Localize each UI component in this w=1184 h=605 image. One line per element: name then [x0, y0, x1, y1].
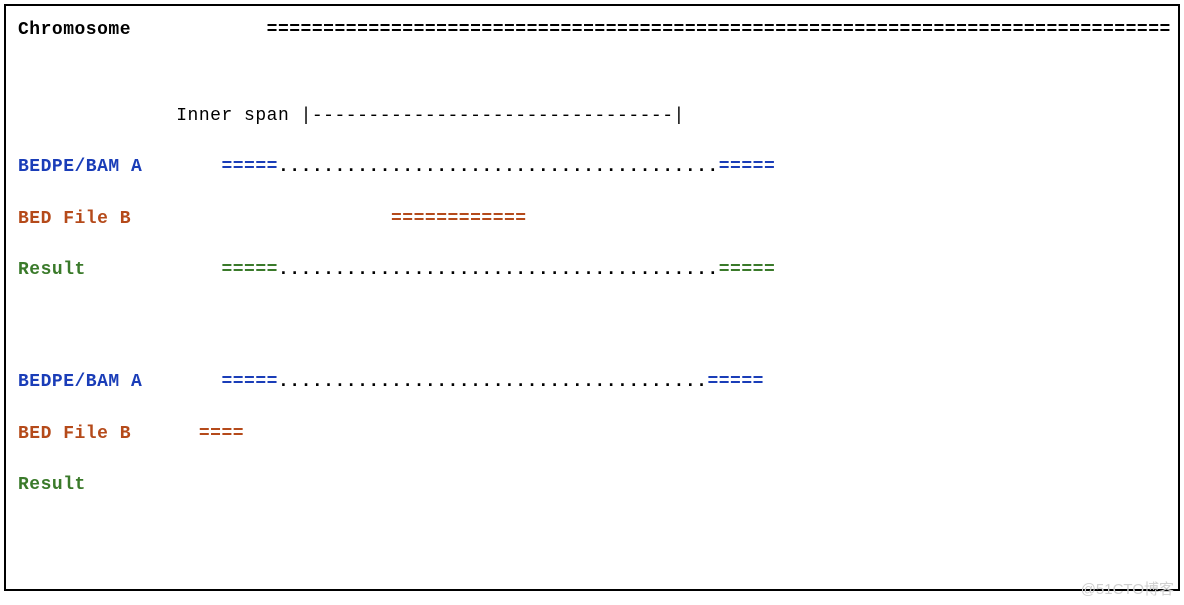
bedpe-a-dots-2: ...................................... — [278, 372, 707, 392]
bed-b-row-1: BED File B ============ — [18, 209, 1166, 231]
bedpe-a-label-2: BEDPE/BAM A — [18, 372, 142, 392]
chromosome-row: Chromosome =============================… — [18, 20, 1166, 42]
bedpe-a-label: BEDPE/BAM A — [18, 157, 142, 177]
bed-b-bar-2: ==== — [199, 424, 244, 444]
result-row-2: Result — [18, 475, 1166, 497]
diagram-container: Chromosome =============================… — [4, 4, 1180, 591]
result-right-end-1: ===== — [719, 260, 776, 280]
bedpe-a-right-end: ===== — [719, 157, 776, 177]
result-label: Result — [18, 260, 86, 280]
result-dots-1: ....................................... — [278, 260, 719, 280]
bedpe-a-left-end: ===== — [221, 157, 278, 177]
bedpe-a-row-1: BEDPE/BAM A =====.......................… — [18, 157, 1166, 179]
bed-b-row-2: BED File B ==== — [18, 424, 1166, 446]
bed-b-bar-1: ============ — [391, 209, 527, 229]
chromosome-bar: ========================================… — [267, 20, 1171, 40]
bed-b-label: BED File B — [18, 209, 131, 229]
bed-b-label-2: BED File B — [18, 424, 131, 444]
result-left-end-1: ===== — [221, 260, 278, 280]
inner-span-label: Inner span — [176, 106, 289, 126]
bedpe-a-row-2: BEDPE/BAM A =====.......................… — [18, 372, 1166, 394]
inner-span-row: Inner span |----------------------------… — [18, 106, 1166, 128]
bedpe-a-dots: ....................................... — [278, 157, 719, 177]
chromosome-label: Chromosome — [18, 20, 131, 40]
result-label-2: Result — [18, 475, 86, 495]
inner-span-bar: |--------------------------------| — [301, 106, 685, 126]
bedpe-a-right-end-2: ===== — [707, 372, 764, 392]
watermark: @51CTO博客 — [1081, 578, 1174, 599]
result-row-1: Result =====............................… — [18, 260, 1166, 282]
bedpe-a-left-end-2: ===== — [221, 372, 278, 392]
